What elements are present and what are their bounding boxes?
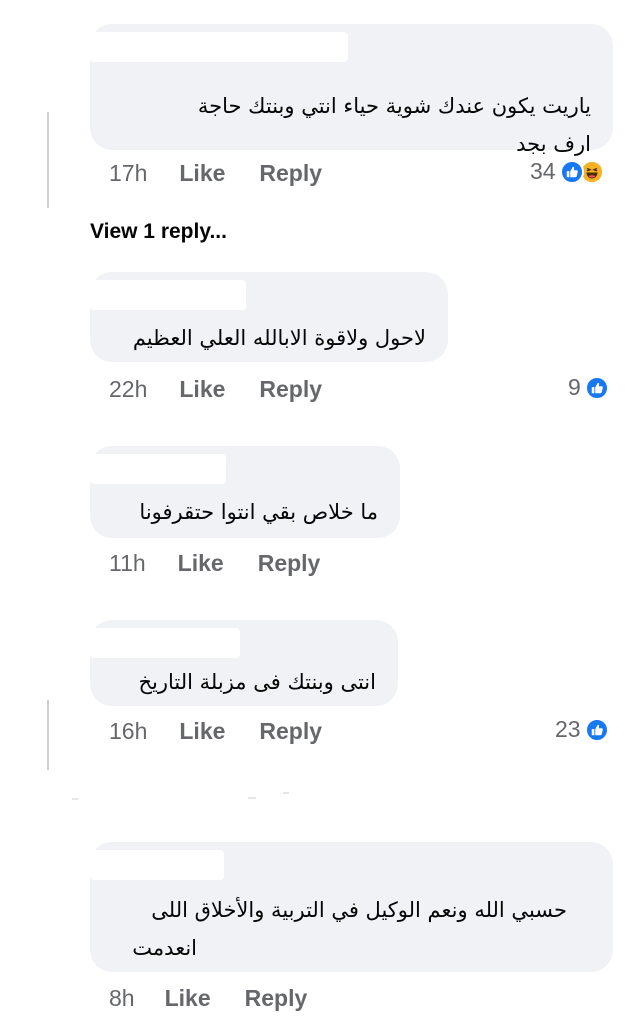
redacted-author-name xyxy=(90,32,348,62)
thread-line xyxy=(47,700,49,770)
comment-timestamp[interactable]: 22h xyxy=(109,376,147,403)
divider xyxy=(283,792,289,794)
comment-meta: 22h Like Reply xyxy=(109,376,322,403)
redacted-author-name xyxy=(90,280,246,310)
like-button[interactable]: Like xyxy=(178,550,224,577)
like-icon xyxy=(584,717,609,742)
divider xyxy=(72,798,78,800)
reply-button[interactable]: Reply xyxy=(245,985,308,1012)
reaction-count: 23 xyxy=(555,716,581,742)
redacted-author-name xyxy=(90,454,226,484)
reaction-count: 9 xyxy=(568,374,581,400)
reaction-summary[interactable]: 34 xyxy=(530,158,604,185)
like-button[interactable]: Like xyxy=(179,160,225,187)
comment-text-line: حسبي الله ونعم الوكيل في التربية والأخلا… xyxy=(151,898,567,922)
reply-button[interactable]: Reply xyxy=(259,718,322,745)
comment-meta: 8h Like Reply xyxy=(109,985,307,1012)
comment-timestamp[interactable]: 16h xyxy=(109,718,147,745)
like-button[interactable]: Like xyxy=(165,985,211,1012)
comment-bubble[interactable]: ياريت يكون عندك شوية حياء انتي وبنتك حاج… xyxy=(90,24,613,156)
reply-button[interactable]: Reply xyxy=(259,376,322,403)
comment-bubble[interactable]: لاحول ولاقوة الابالله العلي العظيم xyxy=(90,272,448,362)
comment-bubble[interactable]: ما خلاص بقي انتوا حتقرفونا xyxy=(90,446,400,538)
view-replies-link[interactable]: View 1 reply... xyxy=(90,220,227,244)
comment-text-line: ما خلاص بقي انتوا حتقرفونا xyxy=(139,500,378,524)
comment-text-line: انعدمت xyxy=(132,936,197,960)
comment-text-line: انتى وبنتك فى مزبلة التاريخ xyxy=(138,670,376,694)
comment-timestamp[interactable]: 11h xyxy=(109,550,146,577)
like-button[interactable]: Like xyxy=(179,718,225,745)
like-icon xyxy=(584,375,609,400)
comment-bubble[interactable]: انتى وبنتك فى مزبلة التاريخ xyxy=(90,620,398,706)
comment-text-line: لاحول ولاقوة الابالله العلي العظيم xyxy=(132,326,426,350)
reply-button[interactable]: Reply xyxy=(258,550,321,577)
reaction-summary[interactable]: 23 xyxy=(555,716,609,743)
comment-meta: 11h Like Reply xyxy=(109,550,320,577)
divider xyxy=(248,797,256,799)
like-button[interactable]: Like xyxy=(179,376,225,403)
comment-bubble[interactable]: حسبي الله ونعم الوكيل في التربية والأخلا… xyxy=(90,842,613,972)
reaction-summary[interactable]: 9 xyxy=(568,374,609,401)
reaction-count: 34 xyxy=(530,158,556,184)
thread-line xyxy=(47,112,49,208)
comment-text-line: ياريت يكون عندك شوية حياء انتي وبنتك حاج… xyxy=(197,94,591,118)
redacted-author-name xyxy=(90,628,240,658)
comment-meta: 17h Like Reply xyxy=(109,160,322,187)
comment-timestamp[interactable]: 8h xyxy=(109,985,135,1012)
comment-timestamp[interactable]: 17h xyxy=(109,160,147,187)
reply-button[interactable]: Reply xyxy=(259,160,322,187)
like-icon xyxy=(559,159,584,184)
comment-meta: 16h Like Reply xyxy=(109,718,322,745)
redacted-author-name xyxy=(90,850,224,880)
